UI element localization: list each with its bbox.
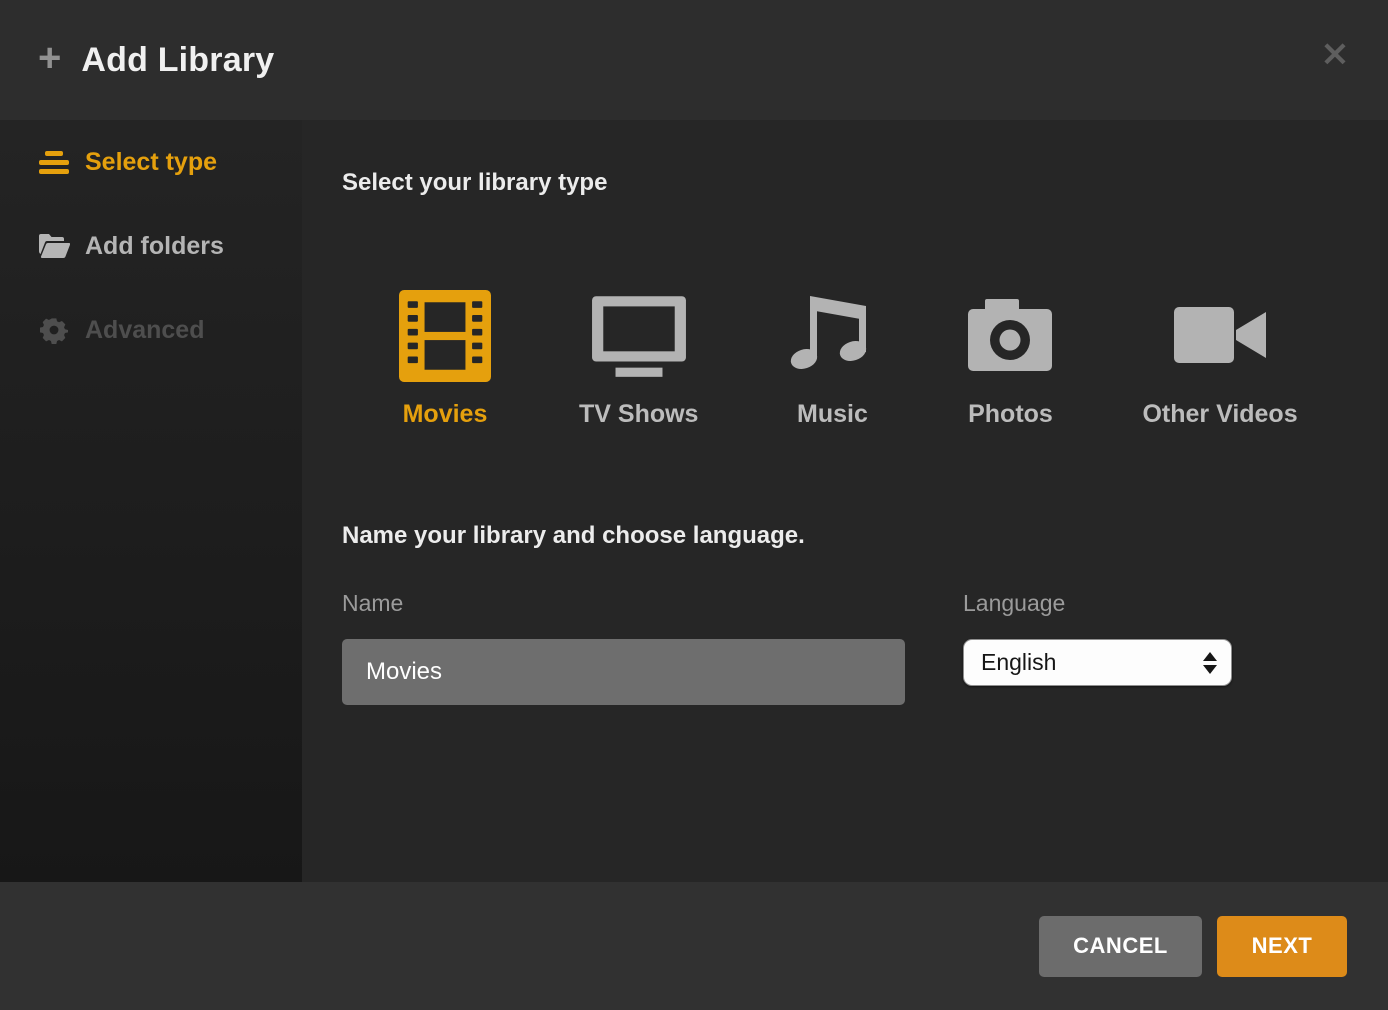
- type-option-other-videos[interactable]: Other Videos: [1142, 290, 1297, 429]
- video-camera-icon: [1172, 290, 1268, 382]
- name-language-form: Name Language English: [342, 589, 1388, 705]
- type-option-tv-shows[interactable]: TV Shows: [579, 290, 698, 429]
- gear-icon: [38, 316, 70, 344]
- sidebar-item-label: Advanced: [85, 316, 204, 345]
- language-field-label: Language: [963, 589, 1232, 617]
- sidebar-item-label: Select type: [85, 148, 217, 177]
- library-name-input[interactable]: [342, 639, 905, 705]
- dialog-header: + Add Library ×: [0, 0, 1388, 120]
- sidebar-item-add-folders[interactable]: Add folders: [0, 204, 302, 288]
- list-icon: [38, 151, 70, 174]
- type-option-label: Photos: [968, 400, 1053, 429]
- camera-icon: [966, 290, 1054, 382]
- cancel-button[interactable]: CANCEL: [1039, 916, 1202, 977]
- music-notes-icon: [786, 290, 878, 382]
- language-select[interactable]: English: [963, 639, 1232, 686]
- folder-open-icon: [38, 233, 70, 259]
- sidebar-item-select-type[interactable]: Select type: [0, 120, 302, 204]
- type-option-label: TV Shows: [579, 400, 698, 429]
- type-option-movies[interactable]: Movies: [399, 290, 491, 429]
- plus-icon: +: [38, 38, 61, 78]
- library-type-picker: Movies TV Shows: [399, 290, 1388, 429]
- film-strip-icon: [399, 290, 491, 382]
- name-section-heading: Name your library and choose language.: [342, 521, 1388, 551]
- type-option-label: Music: [797, 400, 868, 429]
- dialog-title: Add Library: [81, 41, 274, 80]
- type-option-label: Movies: [403, 400, 488, 429]
- type-option-label: Other Videos: [1142, 400, 1297, 429]
- sidebar-item-label: Add folders: [85, 232, 224, 261]
- type-section-heading: Select your library type: [342, 168, 1388, 198]
- type-option-music[interactable]: Music: [786, 290, 878, 429]
- name-field-label: Name: [342, 589, 905, 617]
- close-icon[interactable]: ×: [1320, 36, 1350, 72]
- tv-icon: [590, 290, 688, 382]
- next-button[interactable]: NEXT: [1217, 916, 1347, 977]
- select-stepper-icon: [1203, 652, 1217, 674]
- language-selected-value: English: [981, 649, 1056, 676]
- type-option-photos[interactable]: Photos: [966, 290, 1054, 429]
- main-panel: Select your library type: [302, 120, 1388, 882]
- dialog-footer: CANCEL NEXT: [0, 882, 1388, 1010]
- steps-sidebar: Select type Add folders Advanced: [0, 120, 302, 882]
- sidebar-item-advanced: Advanced: [0, 288, 302, 372]
